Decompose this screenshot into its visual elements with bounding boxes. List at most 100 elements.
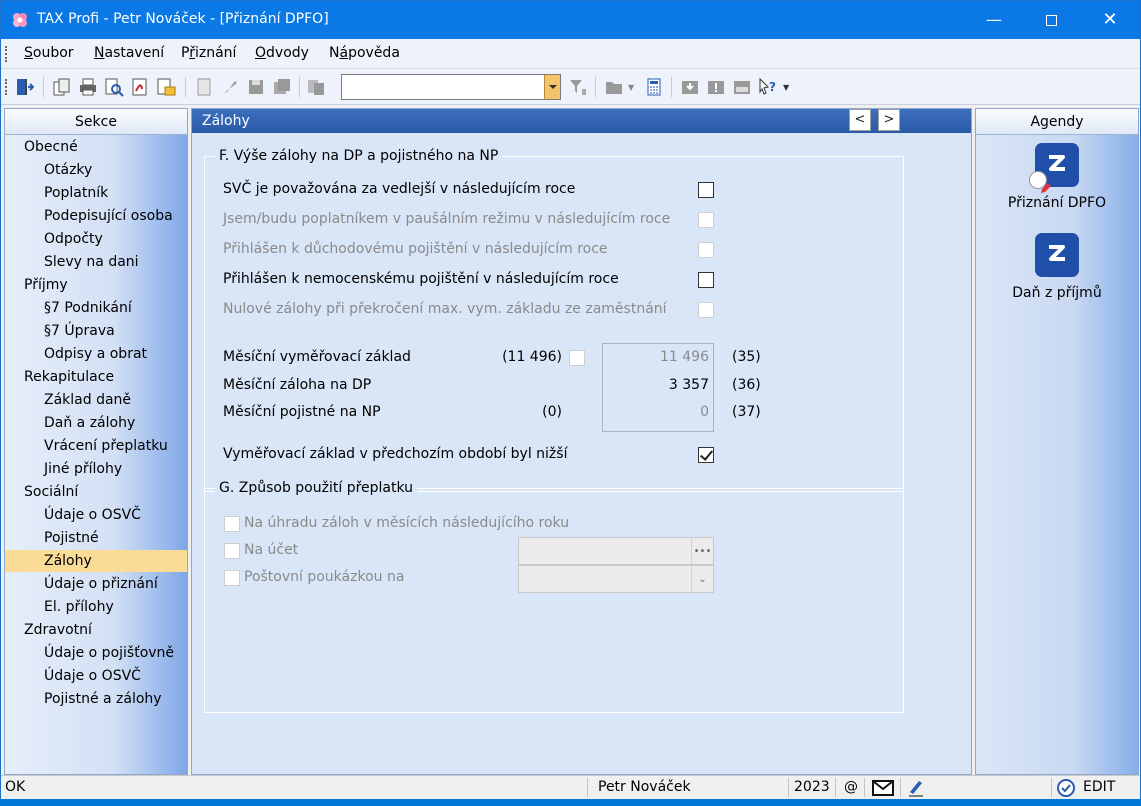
sidebar-item[interactable]: Vrácení přeplatku (5, 435, 187, 457)
combo-dropdown-icon[interactable] (544, 75, 560, 99)
sidebar-item[interactable]: Jiné přílohy (5, 458, 187, 480)
window-button[interactable] (731, 76, 753, 98)
filter-button[interactable] (567, 76, 589, 98)
lower-base-checkbox[interactable] (698, 447, 714, 463)
sidebar-item[interactable]: Podepisující osoba (5, 205, 187, 227)
documents-button[interactable] (305, 76, 327, 98)
group-g: G. Způsob použití přeplatku Na úhradu zá… (204, 479, 904, 713)
sidebar-item[interactable]: Pojistné (5, 527, 187, 549)
flag-pausal-checkbox[interactable] (698, 212, 714, 228)
sidebar-item[interactable]: §7 Úprava (5, 320, 187, 342)
sidebar-item[interactable]: Poplatník (5, 182, 187, 204)
maximize-icon (1045, 15, 1057, 26)
sidebar-item[interactable]: Příjmy (5, 274, 187, 296)
print-button[interactable] (77, 76, 99, 98)
agenda-dan-z-prijmu[interactable]: Daň z příjmů (976, 233, 1138, 301)
menu-nastaveni[interactable]: Nastavení (94, 45, 164, 61)
sidebar-item[interactable]: Otázky (5, 159, 187, 181)
opt-uhrada-checkbox[interactable] (224, 516, 240, 532)
sidebar-item[interactable]: El. přílohy (5, 596, 187, 618)
zaloha-dp-value[interactable]: 3 357 (615, 377, 709, 393)
window-title: TAX Profi - Petr Nováček - [Přiznání DPF… (37, 11, 329, 27)
import-button[interactable] (679, 76, 701, 98)
sidebar-item[interactable]: Zálohy (5, 550, 187, 572)
group-g-title: G. Způsob použití přeplatku (215, 479, 418, 497)
flag-nulove-checkbox[interactable] (698, 302, 714, 318)
mail-icon[interactable] (872, 780, 894, 803)
sections-title: Sekce (5, 109, 187, 135)
sidebar-item[interactable]: Slevy na dani (5, 251, 187, 273)
sections-panel: Sekce Obecné Otázky Poplatník Podepisující … (4, 108, 188, 775)
poukazka-select[interactable]: ⌄ (518, 565, 714, 593)
folder-icon (606, 82, 622, 94)
maximize-button[interactable] (1028, 1, 1074, 39)
pojistne-np-value[interactable]: 0 (615, 404, 709, 420)
close-button[interactable]: ✕ (1087, 1, 1133, 39)
chevron-down-icon[interactable]: ⌄ (691, 566, 713, 592)
folder-dropdown-icon[interactable]: ▼ (628, 83, 634, 92)
dpfo-app-icon (1029, 143, 1079, 193)
save-button[interactable] (245, 76, 267, 98)
menu-odvody[interactable]: Odvody (255, 45, 309, 61)
sidebar-item[interactable]: §7 Podnikání (5, 297, 187, 319)
signature-icon[interactable] (907, 778, 925, 801)
sidebar-item[interactable]: Odpisy a obrat (5, 343, 187, 365)
brush-button[interactable] (219, 76, 241, 98)
opt-ucet-label: Na účet (244, 542, 299, 558)
exit-door-button[interactable] (13, 76, 35, 98)
folder-button[interactable] (603, 76, 625, 98)
pdf-export-button[interactable] (155, 76, 177, 98)
pojistne-np-code: (37) (732, 404, 761, 420)
sidebar-item[interactable]: Daň a zálohy (5, 412, 187, 434)
sidebar-item[interactable]: Údaje o OSVČ (5, 504, 187, 526)
agenda-priznani-dpfo[interactable]: Přiznání DPFO (976, 143, 1138, 211)
menu-soubor[interactable]: Soubor (24, 45, 74, 61)
status-year: 2023 (794, 779, 830, 795)
sidebar-item[interactable]: Údaje o přiznání (5, 573, 187, 595)
sidebar-item[interactable]: Sociální (5, 481, 187, 503)
page-title: Zálohy (202, 113, 250, 129)
help-dropdown-icon[interactable]: ▼ (783, 83, 789, 92)
app-flower-icon (10, 11, 30, 29)
opt-poukazka-checkbox[interactable] (224, 570, 240, 586)
vym-zaklad-override-checkbox[interactable] (569, 350, 585, 366)
sidebar-item[interactable]: Zdravotní (5, 619, 187, 641)
sidebar-item[interactable]: Pojistné a zálohy (5, 688, 187, 710)
sidebar-item[interactable]: Údaje o OSVČ (5, 665, 187, 687)
sidebar-item[interactable]: Obecné (5, 136, 187, 158)
prev-section-button[interactable]: < (849, 109, 871, 131)
vym-zaklad-code: (35) (732, 349, 761, 365)
sidebar-item[interactable]: Odpočty (5, 228, 187, 250)
new-doc-button[interactable] (193, 76, 215, 98)
status-user: Petr Nováček (598, 779, 691, 795)
print-preview-button[interactable] (103, 76, 125, 98)
toolbar-combo[interactable] (341, 74, 561, 100)
ucet-field[interactable]: ••• (518, 537, 714, 565)
ellipsis-icon[interactable]: ••• (691, 538, 713, 564)
save-all-button[interactable] (271, 76, 293, 98)
warning-button[interactable] (705, 76, 727, 98)
vym-zaklad-value[interactable]: 11 496 (615, 349, 709, 365)
sidebar-item[interactable]: Údaje o pojišťovně (5, 642, 187, 664)
vym-zaklad-prev: (11 496) (502, 349, 562, 365)
pdf-button[interactable] (129, 76, 151, 98)
import-icon (682, 81, 698, 94)
dan-app-icon (1035, 233, 1079, 277)
minimize-button[interactable]: — (971, 1, 1017, 39)
menu-napoveda[interactable]: Nápověda (329, 45, 400, 61)
flag-nemoc-checkbox[interactable] (698, 272, 714, 288)
window-icon (734, 81, 750, 94)
exclamation-icon (708, 81, 724, 94)
copy-button[interactable] (51, 76, 73, 98)
help-button[interactable]: ? (757, 76, 779, 98)
printer-icon (80, 78, 96, 96)
calculator-button[interactable] (643, 76, 665, 98)
opt-ucet-checkbox[interactable] (224, 543, 240, 559)
flag-duchod-checkbox[interactable] (698, 242, 714, 258)
flag-svc-checkbox[interactable] (698, 182, 714, 198)
flag-svc-label: SVČ je považována za vedlejší v následuj… (223, 181, 576, 197)
sidebar-item[interactable]: Rekapitulace (5, 366, 187, 388)
sidebar-item[interactable]: Základ daně (5, 389, 187, 411)
menu-priznani[interactable]: Přiznání (181, 45, 236, 61)
next-section-button[interactable]: > (878, 109, 900, 131)
